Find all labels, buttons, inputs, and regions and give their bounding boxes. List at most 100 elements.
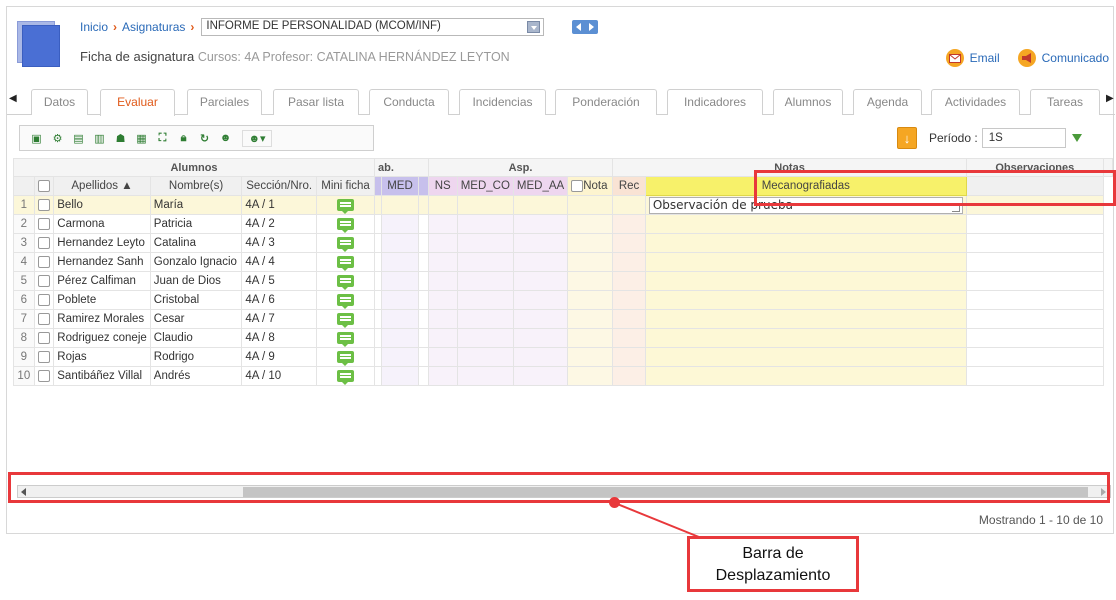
breadcrumb-home-link[interactable]: Inicio — [80, 20, 108, 34]
cell-seccion[interactable]: 4A / 4 — [241, 252, 318, 272]
cell-ns[interactable] — [427, 233, 458, 253]
notice-link[interactable]: Comunicado — [1042, 51, 1109, 65]
cell-ns[interactable] — [427, 290, 458, 310]
cell-seccion[interactable]: 4A / 3 — [241, 233, 318, 253]
tab-agenda[interactable]: Agenda — [853, 89, 922, 115]
cell-med[interactable] — [381, 252, 419, 272]
cell-nombre[interactable]: Andrés — [149, 366, 243, 386]
col-nombres[interactable]: Nombre(s) — [149, 176, 243, 196]
cell-apellidos[interactable]: Rojas — [53, 347, 151, 367]
cell-med-co[interactable] — [456, 195, 514, 215]
prev-next-buttons[interactable] — [572, 20, 599, 34]
cell-rec[interactable] — [612, 347, 646, 367]
table-row[interactable]: 6 Poblete Cristobal 4A / 6 — [13, 290, 1113, 310]
mini-ficha-icon[interactable] — [337, 293, 355, 309]
email-icon[interactable] — [945, 49, 964, 67]
cell-apellidos[interactable]: Carmona — [53, 214, 151, 234]
excel-import-icon[interactable]: ▥ — [91, 130, 108, 147]
tab-scroll-right-icon[interactable]: ▶ — [1106, 87, 1114, 111]
row-checkbox[interactable] — [37, 274, 50, 287]
cell-med[interactable] — [381, 214, 419, 234]
tab-alumnos[interactable]: Alumnos — [773, 89, 843, 115]
cell-apellidos[interactable]: Santibáñez Villal — [53, 366, 151, 386]
mini-ficha-icon[interactable] — [337, 236, 355, 252]
tab-conducta[interactable]: Conducta — [369, 89, 449, 115]
table-row[interactable]: 3 Hernandez Leyto Catalina 4A / 3 — [13, 233, 1113, 253]
cell-observacion[interactable] — [644, 271, 967, 291]
tab-scroll-left-icon[interactable]: ◀ — [9, 87, 17, 111]
cell-seccion[interactable]: 4A / 1 — [241, 195, 318, 215]
cell-nota[interactable] — [567, 309, 614, 329]
cell-seccion[interactable]: 4A / 6 — [241, 290, 318, 310]
prev-icon[interactable] — [576, 23, 582, 31]
dropdown-arrow-icon[interactable] — [527, 21, 541, 33]
nota-checkbox[interactable] — [571, 179, 584, 192]
row-checkbox[interactable] — [37, 331, 50, 344]
table-row[interactable]: 7 Ramirez Morales Cesar 4A / 7 — [13, 309, 1113, 329]
cell-rec[interactable] — [612, 366, 646, 386]
cell-nombre[interactable]: Juan de Dios — [149, 271, 243, 291]
cell-nombre[interactable]: Cesar — [149, 309, 243, 329]
save-icon[interactable]: ▣ — [28, 130, 45, 147]
cell-med[interactable] — [381, 195, 419, 215]
tab-evaluar[interactable]: Evaluar — [100, 89, 175, 116]
cell-med[interactable] — [381, 233, 419, 253]
mini-ficha-icon[interactable] — [337, 217, 355, 233]
cell-nota[interactable] — [567, 233, 614, 253]
cell-apellidos[interactable]: Hernandez Leyto — [53, 233, 151, 253]
cell-med[interactable] — [381, 290, 419, 310]
table-row[interactable]: 10 Santibáñez Villal Andrés 4A / 10 — [13, 366, 1113, 386]
refresh-icon[interactable]: ↻ — [196, 130, 213, 147]
col-med[interactable]: MED — [381, 176, 419, 196]
cell-apellidos[interactable]: Rodriguez coneje — [53, 328, 151, 348]
cell-med[interactable] — [381, 328, 419, 348]
cell-ns[interactable] — [427, 328, 458, 348]
excel-export-icon[interactable]: ▤ — [70, 130, 87, 147]
col-ns[interactable]: NS — [427, 176, 458, 196]
col-rec[interactable]: Rec — [612, 176, 646, 196]
cell-rec[interactable] — [612, 290, 646, 310]
cell-med-co[interactable] — [456, 309, 514, 329]
mini-ficha-icon[interactable] — [337, 331, 355, 347]
cell-rec[interactable] — [612, 309, 646, 329]
cell-med[interactable] — [381, 347, 419, 367]
cell-nota[interactable] — [567, 214, 614, 234]
cell-seccion[interactable]: 4A / 5 — [241, 271, 318, 291]
cell-rec[interactable] — [612, 195, 646, 215]
col-nota[interactable]: Nota — [567, 176, 614, 196]
cell-med-aa[interactable] — [512, 271, 569, 291]
email-link[interactable]: Email — [970, 51, 1000, 65]
tab-indicadores[interactable]: Indicadores — [667, 89, 763, 115]
cell-ns[interactable] — [427, 271, 458, 291]
cell-apellidos[interactable]: Hernandez Sanh — [53, 252, 151, 272]
cell-med-aa[interactable] — [512, 309, 569, 329]
period-select[interactable]: 1S — [981, 128, 1066, 148]
cell-ns[interactable] — [427, 366, 458, 386]
cell-seccion[interactable]: 4A / 2 — [241, 214, 318, 234]
cell-med-aa[interactable] — [512, 214, 569, 234]
cell-observacion[interactable] — [644, 233, 967, 253]
cell-med-co[interactable] — [456, 252, 514, 272]
cell-med-aa[interactable] — [512, 328, 569, 348]
cell-seccion[interactable]: 4A / 8 — [241, 328, 318, 348]
cell-med-co[interactable] — [456, 214, 514, 234]
cell-nota[interactable] — [567, 290, 614, 310]
cell-nombre[interactable]: Catalina — [149, 233, 243, 253]
table-row[interactable]: 9 Rojas Rodrigo 4A / 9 — [13, 347, 1113, 367]
cell-ns[interactable] — [427, 195, 458, 215]
cell-observacion[interactable] — [644, 252, 967, 272]
cell-med-co[interactable] — [456, 271, 514, 291]
cell-med-aa[interactable] — [512, 347, 569, 367]
cell-apellidos[interactable]: Pérez Calfiman — [53, 271, 151, 291]
table-row[interactable]: 2 Carmona Patricia 4A / 2 — [13, 214, 1113, 234]
settings-icon[interactable]: ⚙ — [49, 130, 66, 147]
cell-apellidos[interactable]: Ramirez Morales — [53, 309, 151, 329]
cell-observacion[interactable] — [644, 366, 967, 386]
col-seccion[interactable]: Sección/Nro. — [241, 176, 318, 196]
cell-ns[interactable] — [427, 309, 458, 329]
dropdown-arrow-icon[interactable] — [1071, 134, 1082, 142]
cell-observacion[interactable] — [644, 214, 967, 234]
cell-nota[interactable] — [567, 328, 614, 348]
row-checkbox[interactable] — [37, 217, 50, 230]
cell-seccion[interactable]: 4A / 9 — [241, 347, 318, 367]
